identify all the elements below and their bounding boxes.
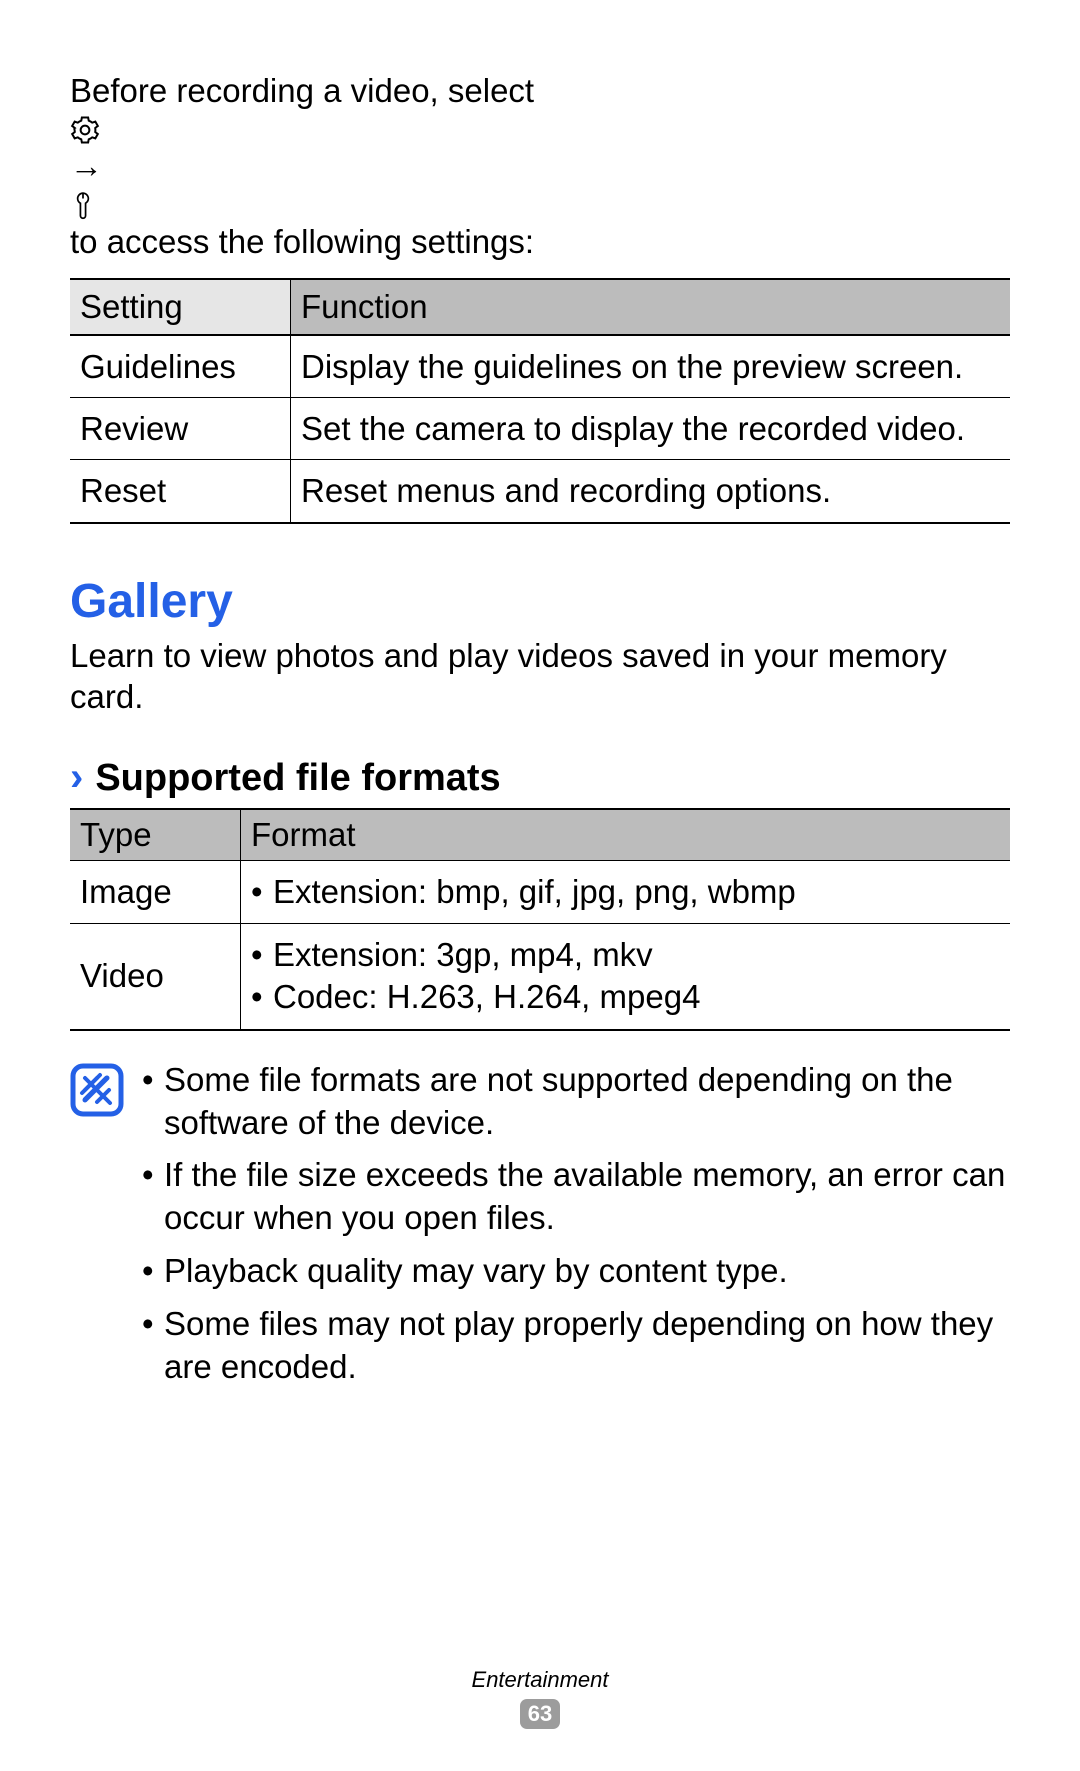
note-text: If the file size exceeds the available m… (164, 1154, 1010, 1240)
format-detail: •Extension: bmp, gif, jpg, png, wbmp (241, 861, 1011, 924)
bullet-icon: • (251, 934, 273, 976)
format-line: Extension: bmp, gif, jpg, png, wbmp (273, 871, 796, 913)
intro-arrow: → (70, 147, 103, 184)
formats-header-type: Type (70, 809, 241, 861)
formats-table: Type Format Image •Extension: bmp, gif, … (70, 808, 1010, 1031)
format-type: Image (70, 861, 241, 924)
table-row: Guidelines Display the guidelines on the… (70, 335, 1010, 398)
intro-text-after: to access the following settings: (70, 223, 534, 260)
settings-header-function: Function (291, 279, 1011, 335)
section-title-gallery: Gallery (70, 574, 1010, 629)
note-text: Playback quality may vary by content typ… (164, 1250, 788, 1293)
bullet-icon: • (142, 1154, 164, 1240)
note-block: •Some file formats are not supported dep… (70, 1059, 1010, 1399)
page-footer: Entertainment 63 (0, 1667, 1080, 1729)
setting-name: Reset (70, 460, 291, 523)
note-list: •Some file formats are not supported dep… (142, 1059, 1010, 1399)
sub-title: Supported file formats (95, 757, 500, 800)
settings-header-setting: Setting (70, 279, 291, 335)
format-line: Codec: H.263, H.264, mpeg4 (273, 976, 700, 1018)
page-number-badge: 63 (520, 1699, 560, 1729)
settings-table: Setting Function Guidelines Display the … (70, 278, 1010, 524)
table-row: Review Set the camera to display the rec… (70, 398, 1010, 460)
footer-section-label: Entertainment (0, 1667, 1080, 1693)
table-row: Video •Extension: 3gp, mp4, mkv •Codec: … (70, 924, 1010, 1030)
intro-paragraph: Before recording a video, select → to ac… (70, 70, 1010, 266)
bullet-icon: • (251, 976, 273, 1018)
format-line: Extension: 3gp, mp4, mkv (273, 934, 653, 976)
list-item: •Some file formats are not supported dep… (142, 1059, 1010, 1145)
bullet-icon: • (142, 1059, 164, 1145)
setting-function: Display the guidelines on the preview sc… (291, 335, 1011, 398)
list-item: •Playback quality may vary by content ty… (142, 1250, 1010, 1293)
setting-function: Reset menus and recording options. (291, 460, 1011, 523)
bullet-icon: • (251, 871, 273, 913)
list-item: •Some files may not play properly depend… (142, 1303, 1010, 1389)
page-container: Before recording a video, select → to ac… (0, 0, 1080, 1771)
setting-name: Guidelines (70, 335, 291, 398)
table-row: Image •Extension: bmp, gif, jpg, png, wb… (70, 861, 1010, 924)
note-text: Some files may not play properly dependi… (164, 1303, 1010, 1389)
setting-name: Review (70, 398, 291, 460)
intro-text-before: Before recording a video, select (70, 72, 534, 109)
wrench-icon (70, 191, 1010, 221)
bullet-icon: • (142, 1250, 164, 1293)
chevron-right-icon: › (70, 757, 83, 797)
format-type: Video (70, 924, 241, 1030)
format-detail: •Extension: 3gp, mp4, mkv •Codec: H.263,… (241, 924, 1011, 1030)
section-description: Learn to view photos and play videos sav… (70, 635, 1010, 718)
list-item: •If the file size exceeds the available … (142, 1154, 1010, 1240)
setting-function: Set the camera to display the recorded v… (291, 398, 1011, 460)
note-text: Some file formats are not supported depe… (164, 1059, 1010, 1145)
gear-icon (70, 115, 1010, 145)
formats-header-format: Format (241, 809, 1011, 861)
sub-heading: › Supported file formats (70, 757, 1010, 800)
bullet-icon: • (142, 1303, 164, 1389)
note-icon (70, 1063, 124, 1117)
table-row: Reset Reset menus and recording options. (70, 460, 1010, 523)
